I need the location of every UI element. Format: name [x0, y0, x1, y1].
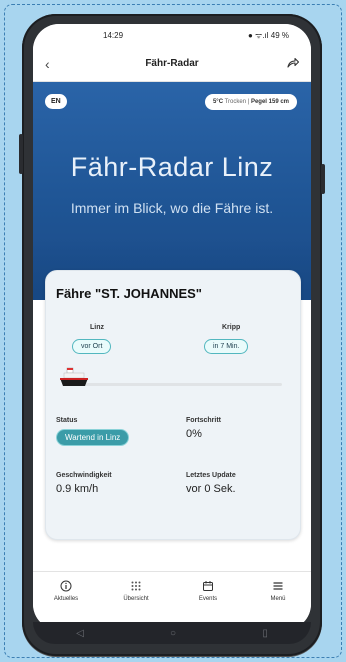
power-button [321, 164, 325, 194]
nav-item-aktuelles[interactable]: Aktuelles [41, 580, 91, 602]
nav-item-menue[interactable]: Menü [253, 580, 303, 602]
speed-label: Geschwindigkeit [56, 472, 112, 479]
ferry-icon [60, 367, 88, 386]
back-icon[interactable]: ‹ [45, 56, 65, 72]
nav-label-menue: Menü [270, 596, 286, 602]
system-home-icon[interactable]: ○ [170, 628, 176, 639]
phone-screen: 14:29 ● ᯤ.ıl 49 % ‹ Fähr-Radar EN 5°C Tr… [33, 24, 311, 630]
status-time: 14:29 [103, 30, 124, 40]
from-chip: vor Ort [72, 339, 112, 354]
status-indicators: ● ᯤ.ıl 49 % [247, 30, 289, 40]
grid-icon [131, 581, 141, 591]
info-icon [60, 580, 72, 592]
nav-label-aktuelles: Aktuelles [53, 596, 79, 602]
progress-track [68, 383, 282, 386]
water-level: Pegel 159 cm [250, 99, 289, 105]
phone-frame: 14:29 ● ᯤ.ıl 49 % ‹ Fähr-Radar EN 5°C Tr… [19, 14, 325, 656]
weather-pill: 5°C Trocken | Pegel 159 cm [204, 94, 297, 110]
hero-subtitle: Immer im Blick, wo die Fähre ist. [70, 200, 274, 216]
to-port-label: Kripp [222, 324, 241, 331]
weather-separator: | [247, 99, 250, 105]
nav-label-uebersicht: Übersicht [123, 596, 149, 602]
update-label: Letztes Update [186, 472, 236, 479]
system-recents-icon[interactable]: ▯ [262, 628, 268, 639]
calendar-icon [203, 581, 213, 591]
app-title: Fähr-Radar [145, 58, 199, 69]
update-value: vor 0 Sek. [186, 483, 236, 495]
progress-value: 0% [186, 428, 202, 440]
status-chip: Wartend in Linz [56, 429, 130, 446]
weather-temp: 5°C [212, 99, 224, 105]
from-port-label: Linz [90, 324, 104, 331]
language-toggle[interactable]: EN [45, 94, 67, 109]
progress-label: Fortschritt [186, 417, 221, 424]
ferry-title: Fähre "ST. JOHANNES" [56, 286, 202, 301]
to-chip: in 7 Min. [204, 339, 249, 354]
app-bar: ‹ Fähr-Radar [33, 46, 311, 82]
nav-item-events[interactable]: Events [183, 580, 233, 602]
content-area: Fähre "ST. JOHANNES" Linz vor Ort Kripp … [33, 270, 311, 580]
nav-label-events: Events [198, 596, 218, 602]
status-label: Status [56, 417, 78, 424]
system-back-icon[interactable]: ◁ [76, 628, 84, 639]
hero-title: Fähr-Radar Linz [70, 152, 274, 182]
nav-item-uebersicht[interactable]: Übersicht [111, 580, 161, 602]
menu-icon [273, 582, 283, 590]
share-icon[interactable] [279, 55, 300, 73]
weather-state: Trocken [224, 99, 247, 105]
status-bar: 14:29 ● ᯤ.ıl 49 % [33, 24, 311, 46]
speed-value: 0.9 km/h [56, 483, 99, 495]
ferry-card: Fähre "ST. JOHANNES" Linz vor Ort Kripp … [45, 270, 301, 540]
system-nav-bar: ◁ ○ ▯ [33, 622, 311, 644]
volume-button [19, 134, 23, 174]
hero-banner: EN 5°C Trocken | Pegel 159 cm Fähr-Radar… [33, 82, 311, 300]
